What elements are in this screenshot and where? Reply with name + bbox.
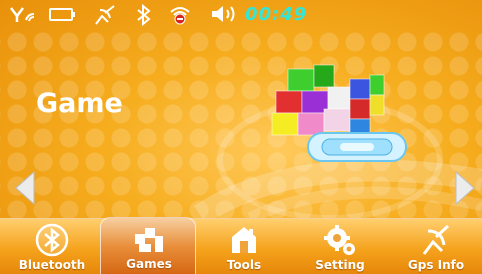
game-cubes-illustration xyxy=(271,64,407,162)
page-title: Game xyxy=(36,88,123,119)
battery-icon xyxy=(49,8,75,21)
dock-item-setting[interactable]: Setting xyxy=(292,219,388,274)
satellite-icon xyxy=(95,5,115,25)
home-screen: 00:49 Game Bluetooth Games Tools Setting… xyxy=(0,0,482,274)
dock-item-games[interactable]: Games xyxy=(100,217,196,274)
dock-item-bluetooth[interactable]: Bluetooth xyxy=(4,219,100,274)
clock: 00:49 xyxy=(245,4,308,25)
dock-item-gps-info[interactable]: Gps Info xyxy=(388,219,482,274)
wifi-disabled-icon xyxy=(170,7,190,25)
tools-icon xyxy=(232,227,256,253)
bluetooth-icon xyxy=(137,4,151,26)
games-icon xyxy=(135,228,163,252)
dock-label-games: Games xyxy=(126,257,172,271)
dock-label-gps-info: Gps Info xyxy=(407,258,465,272)
dock-label-tools: Tools xyxy=(226,258,262,272)
dock-bar: Bluetooth Games Tools Setting Gps Info xyxy=(0,217,482,274)
gps-signal-icon xyxy=(10,7,35,22)
previous-arrow-button[interactable] xyxy=(12,170,38,206)
satellite-icon xyxy=(422,224,450,255)
dock-label-setting: Setting xyxy=(315,258,365,272)
gear-icon xyxy=(324,225,355,255)
volume-icon[interactable] xyxy=(210,4,240,24)
status-bar: 00:49 xyxy=(0,0,482,28)
dock-label-bluetooth: Bluetooth xyxy=(18,258,86,272)
dock-item-tools[interactable]: Tools xyxy=(196,219,292,274)
next-arrow-button[interactable] xyxy=(452,170,478,206)
bluetooth-icon xyxy=(35,223,69,257)
